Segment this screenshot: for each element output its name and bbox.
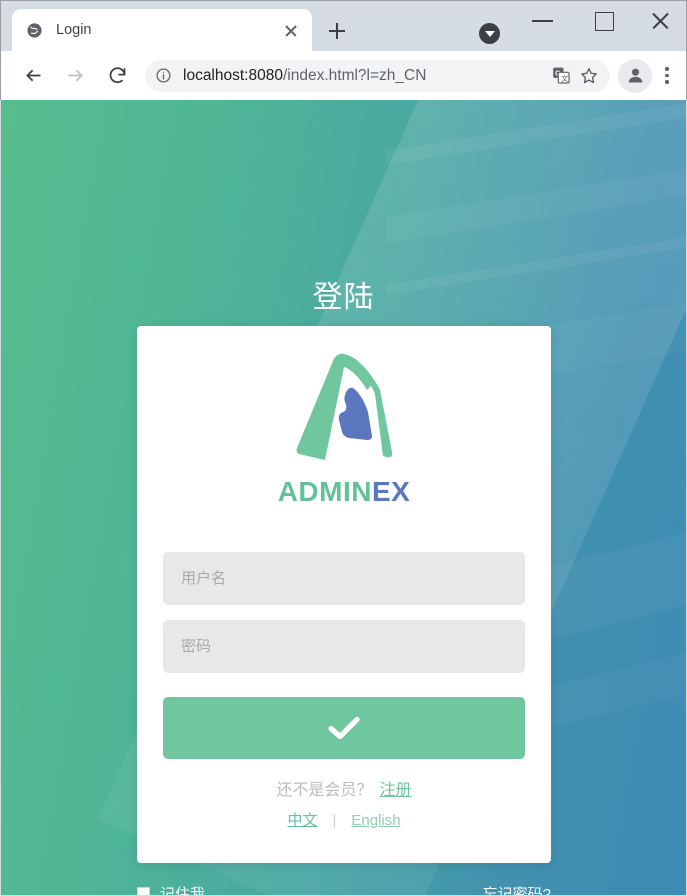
page-title: 登陆 [312, 281, 375, 314]
username-input[interactable] [163, 552, 525, 605]
brand-name: ADMINEX [278, 476, 411, 508]
adminex-logo-icon [279, 342, 409, 472]
back-button[interactable] [17, 60, 49, 92]
login-card: ADMINEX 还不是会员？ 注册 中文 | English [137, 326, 551, 863]
browser-tab[interactable]: Login [12, 9, 312, 51]
menu-dot [665, 73, 669, 78]
globe-icon [26, 22, 43, 39]
browser-window: Login localhost:8080/index.html?l=zh_CN … [0, 0, 687, 896]
password-input[interactable] [163, 620, 525, 673]
tab-close-icon[interactable] [280, 19, 302, 41]
signup-link[interactable]: 注册 [380, 782, 412, 799]
remember-me-label: 记住我 [160, 886, 206, 895]
login-submit-button[interactable] [163, 697, 525, 759]
menu-dot [665, 80, 669, 84]
brand-name-green: ADMIN [277, 476, 372, 507]
login-options-row: 记住我 忘记密码? [137, 883, 551, 895]
menu-dot [665, 67, 669, 71]
tab-strip: Login [1, 1, 686, 51]
language-switcher: 中文 | English [137, 809, 551, 830]
download-icon[interactable] [479, 23, 500, 44]
three-dot-menu-icon[interactable] [652, 60, 682, 92]
window-minimize-button[interactable] [520, 1, 566, 33]
checkbox-box-icon[interactable] [137, 887, 150, 895]
address-bar[interactable]: localhost:8080/index.html?l=zh_CN G 文 [145, 59, 610, 92]
checkmark-icon [327, 715, 361, 741]
signup-question: 还不是会员？ [276, 782, 373, 799]
svg-text:文: 文 [561, 74, 568, 83]
browser-chrome: Login localhost:8080/index.html?l=zh_CN … [0, 0, 687, 100]
forward-button [59, 60, 91, 92]
forgot-password-link[interactable]: 忘记密码? [483, 883, 551, 895]
translate-icon[interactable]: G 文 [548, 63, 574, 89]
language-english-link[interactable]: English [351, 812, 400, 829]
browser-toolbar: localhost:8080/index.html?l=zh_CN G 文 [1, 51, 686, 100]
address-bar-url: localhost:8080/index.html?l=zh_CN [183, 67, 546, 85]
page-viewport: 登陆 ADMINEX 用户名 还不是会员？ 注册 中文 | English 记住… [1, 100, 686, 895]
remember-me-checkbox[interactable]: 记住我 [137, 883, 205, 895]
brand-name-blue: EX [371, 476, 411, 507]
star-icon[interactable] [576, 63, 602, 89]
url-host: localhost:8080 [183, 66, 283, 84]
site-info-icon[interactable] [155, 67, 172, 84]
url-path: /index.html?l=zh_CN [282, 66, 427, 84]
signup-prompt: 还不是会员？ 注册 [137, 776, 551, 800]
language-chinese-link[interactable]: 中文 [287, 812, 317, 829]
tab-title: Login [56, 22, 92, 38]
language-separator: | [332, 812, 337, 829]
brand-logo: ADMINEX [137, 342, 551, 508]
account-avatar-icon[interactable] [618, 58, 652, 93]
new-tab-button[interactable] [323, 17, 351, 45]
window-close-button[interactable] [638, 1, 684, 33]
reload-button[interactable] [101, 60, 133, 92]
window-maximize-button[interactable] [581, 1, 627, 33]
